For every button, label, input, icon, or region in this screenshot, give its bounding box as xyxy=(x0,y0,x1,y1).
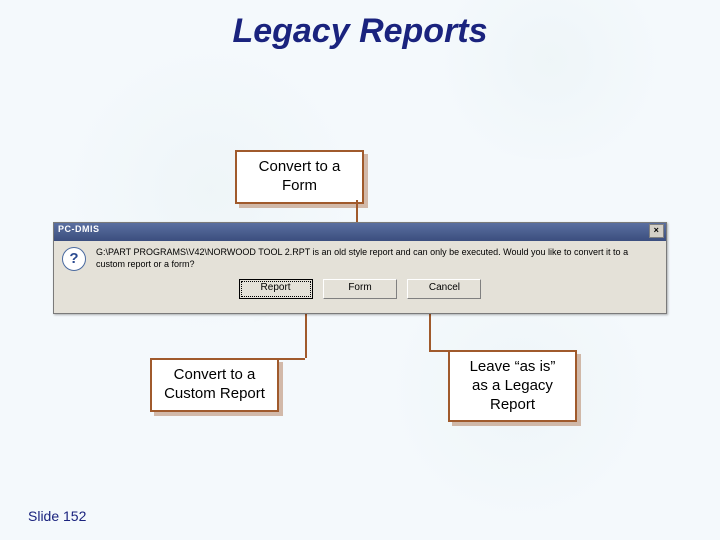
dialog-body: ? G:\PART PROGRAMS\V42\NORWOOD TOOL 2.RP… xyxy=(54,241,666,273)
dialog-titlebar: PC-DMIS × xyxy=(54,223,666,241)
close-icon[interactable]: × xyxy=(649,224,664,238)
form-button[interactable]: Form xyxy=(323,279,397,299)
dialog-message: G:\PART PROGRAMS\V42\NORWOOD TOOL 2.RPT … xyxy=(96,247,658,271)
dialog-title: PC-DMIS xyxy=(58,224,100,234)
connector-line xyxy=(429,350,499,352)
callout-leave-as-is: Leave “as is” as a Legacy Report xyxy=(448,350,577,422)
cancel-button[interactable]: Cancel xyxy=(407,279,481,299)
slide-number: Slide 152 xyxy=(28,508,86,524)
connector-line xyxy=(205,358,305,360)
dialog-button-row: Report Form Cancel xyxy=(54,273,666,299)
report-button[interactable]: Report xyxy=(239,279,313,299)
page-title: Legacy Reports xyxy=(0,12,720,51)
question-icon: ? xyxy=(62,247,86,271)
dialog-pcdmis: PC-DMIS × ? G:\PART PROGRAMS\V42\NORWOOD… xyxy=(53,222,667,314)
callout-convert-custom-report: Convert to a Custom Report xyxy=(150,358,279,412)
callout-convert-form: Convert to a Form xyxy=(235,150,364,204)
